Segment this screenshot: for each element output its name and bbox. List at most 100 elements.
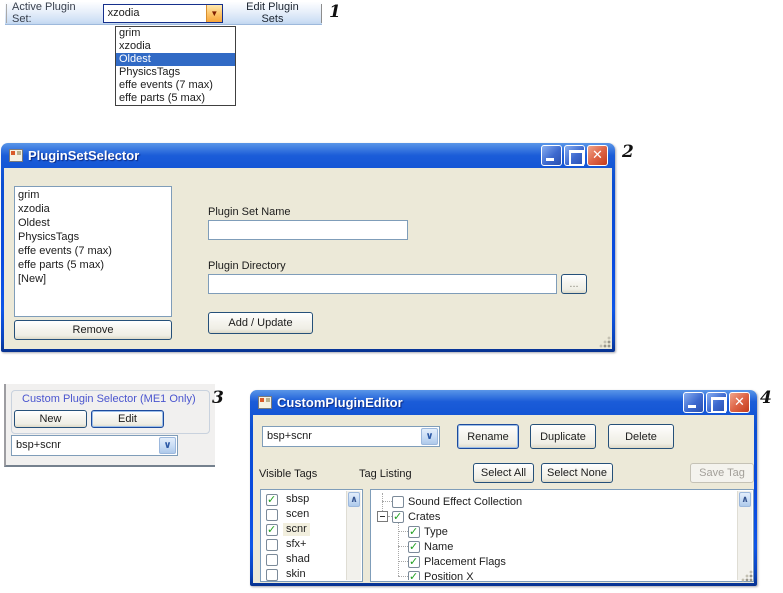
visible-tags-listbox[interactable]: sbspscenscnrsfx+shad skin ∧ <box>260 489 363 582</box>
checkbox[interactable] <box>392 511 404 523</box>
tree-item-label: Type <box>424 526 448 538</box>
tree-item-label: Position X <box>424 571 474 581</box>
checkbox[interactable] <box>266 509 278 521</box>
checkbox[interactable] <box>408 541 420 553</box>
plugin-set-list-item[interactable]: effe events (7 max) <box>15 244 171 258</box>
plugin-set-selector-window: PluginSetSelector grimxzodiaOldestPhysic… <box>1 143 615 352</box>
tree-connector <box>398 576 408 577</box>
visible-tag-label: shad <box>283 553 313 566</box>
plugin-set-list-item[interactable]: grim <box>15 188 171 202</box>
scroll-up-arrow-icon[interactable]: ∧ <box>739 492 751 507</box>
checkbox[interactable] <box>408 556 420 568</box>
checkbox[interactable] <box>392 496 404 508</box>
tree-item-Sound-Effect-Collection[interactable]: Sound Effect Collection <box>372 494 737 509</box>
tree-item-Placement-Flags[interactable]: Placement Flags <box>372 554 737 569</box>
plugin-set-name-label: Plugin Set Name <box>208 206 291 218</box>
checkbox[interactable] <box>408 526 420 538</box>
visible-tag-row-shad[interactable]: shad <box>262 552 346 567</box>
visible-tag-row-skin[interactable]: skin <box>262 567 346 582</box>
checkbox[interactable] <box>266 569 278 581</box>
visible-tag-row-scen[interactable]: scen <box>262 507 346 522</box>
checkbox[interactable] <box>266 539 278 551</box>
window-titlebar[interactable]: PluginSetSelector <box>4 143 612 168</box>
tree-connector <box>382 501 392 502</box>
active-plugin-set-toolbar: Active Plugin Set: xzodia ▼ Edit Plugin … <box>5 2 322 25</box>
rename-button[interactable]: Rename <box>457 424 519 449</box>
close-button[interactable] <box>587 145 608 166</box>
tree-item-label: Placement Flags <box>424 556 506 568</box>
vertical-scrollbar[interactable]: ∧ <box>737 491 752 580</box>
tree-item-Position-X[interactable]: Position X <box>372 569 737 580</box>
plugin-set-list-item[interactable]: [New] <box>15 272 171 286</box>
window-body: grimxzodiaOldestPhysicsTagseffe events (… <box>4 168 612 349</box>
maximize-button[interactable] <box>564 145 585 166</box>
combobox-dropdown-arrow-icon[interactable]: ▼ <box>206 5 222 22</box>
minimize-button[interactable] <box>541 145 562 166</box>
resize-grip[interactable] <box>598 335 611 348</box>
maximize-button[interactable] <box>706 392 727 413</box>
duplicate-button[interactable]: Duplicate <box>530 424 596 449</box>
scroll-up-arrow-icon[interactable]: ∧ <box>348 492 360 507</box>
checkbox[interactable] <box>408 571 420 581</box>
dropdown-item-effe-parts-5-max-[interactable]: effe parts (5 max) <box>116 92 235 105</box>
close-button[interactable] <box>729 392 750 413</box>
active-plugin-set-combobox[interactable]: xzodia ▼ <box>103 4 223 23</box>
combobox-dropdown-arrow-icon[interactable]: ∨ <box>421 428 438 445</box>
annotation-number-2: 2 <box>622 142 634 162</box>
visible-tag-row-scnr[interactable]: scnr <box>262 522 346 537</box>
annotation-number-4: 4 <box>760 388 772 408</box>
plugin-set-list-item[interactable]: PhysicsTags <box>15 230 171 244</box>
tag-listing-label: Tag Listing <box>359 468 412 480</box>
annotation-number-3: 3 <box>212 388 224 408</box>
custom-plugin-selector-panel: Custom Plugin Selector (ME1 Only) New Ed… <box>4 384 215 467</box>
visible-tag-row-sbsp[interactable]: sbsp <box>262 492 346 507</box>
new-button[interactable]: New <box>14 410 87 428</box>
combobox-dropdown-arrow-icon[interactable]: ∨ <box>159 437 176 454</box>
toolbar-separator <box>321 4 322 23</box>
minimize-button[interactable] <box>683 392 704 413</box>
remove-button[interactable]: Remove <box>14 320 172 340</box>
tree-connector <box>398 561 408 562</box>
window-titlebar[interactable]: CustomPluginEditor <box>253 390 754 415</box>
plugin-set-list-item[interactable]: Oldest <box>15 216 171 230</box>
visible-tag-row-sfx+[interactable]: sfx+ <box>262 537 346 552</box>
tree-collapse-icon[interactable] <box>377 511 388 522</box>
edit-button[interactable]: Edit <box>91 410 164 428</box>
plugin-set-list-item[interactable]: xzodia <box>15 202 171 216</box>
checkbox[interactable] <box>266 554 278 566</box>
plugin-set-listbox[interactable]: grimxzodiaOldestPhysicsTagseffe events (… <box>14 186 172 317</box>
annotation-number-1: 1 <box>329 2 341 22</box>
vertical-scrollbar[interactable]: ∧ <box>346 491 361 580</box>
edit-plugin-sets-button[interactable]: Edit Plugin Sets <box>228 0 317 28</box>
delete-button[interactable]: Delete <box>608 424 674 449</box>
dropdown-item-xzodia[interactable]: xzodia <box>116 40 235 53</box>
window-form-icon <box>258 396 272 409</box>
tag-listing-tree[interactable]: Sound Effect CollectionCrates TypeName Pla… <box>370 489 754 582</box>
dropdown-item-grim[interactable]: grim <box>116 27 235 40</box>
tree-item-Type[interactable]: Type <box>372 524 737 539</box>
visible-tag-label: skin <box>283 568 309 581</box>
tree-connector <box>398 546 408 547</box>
window-title: CustomPluginEditor <box>277 395 683 410</box>
dropdown-item-effe-events-7-max-[interactable]: effe events (7 max) <box>116 79 235 92</box>
tree-item-Crates[interactable]: Crates <box>372 509 737 524</box>
resize-grip[interactable] <box>740 569 753 582</box>
plugin-set-list-item[interactable]: effe parts (5 max) <box>15 258 171 272</box>
plugin-set-name-input[interactable] <box>208 220 408 240</box>
active-plugin-set-label: Active Plugin Set: <box>12 1 103 25</box>
browse-button[interactable]: ... <box>561 274 587 294</box>
plugin-directory-label: Plugin Directory <box>208 260 286 272</box>
select-none-button[interactable]: Select None <box>541 463 613 483</box>
dropdown-item-PhysicsTags[interactable]: PhysicsTags <box>116 66 235 79</box>
tree-connector <box>398 531 408 532</box>
tree-item-Name[interactable]: Name <box>372 539 737 554</box>
plugin-directory-input[interactable] <box>208 274 557 294</box>
plugin-combobox[interactable]: bsp+scnr ∨ <box>262 426 440 447</box>
toolbar-grip <box>6 4 7 23</box>
select-all-button[interactable]: Select All <box>473 463 534 483</box>
checkbox[interactable] <box>266 494 278 506</box>
dropdown-item-Oldest[interactable]: Oldest <box>116 53 235 66</box>
custom-plugin-combobox[interactable]: bsp+scnr ∨ <box>11 435 178 456</box>
checkbox[interactable] <box>266 524 278 536</box>
add-update-button[interactable]: Add / Update <box>208 312 313 334</box>
